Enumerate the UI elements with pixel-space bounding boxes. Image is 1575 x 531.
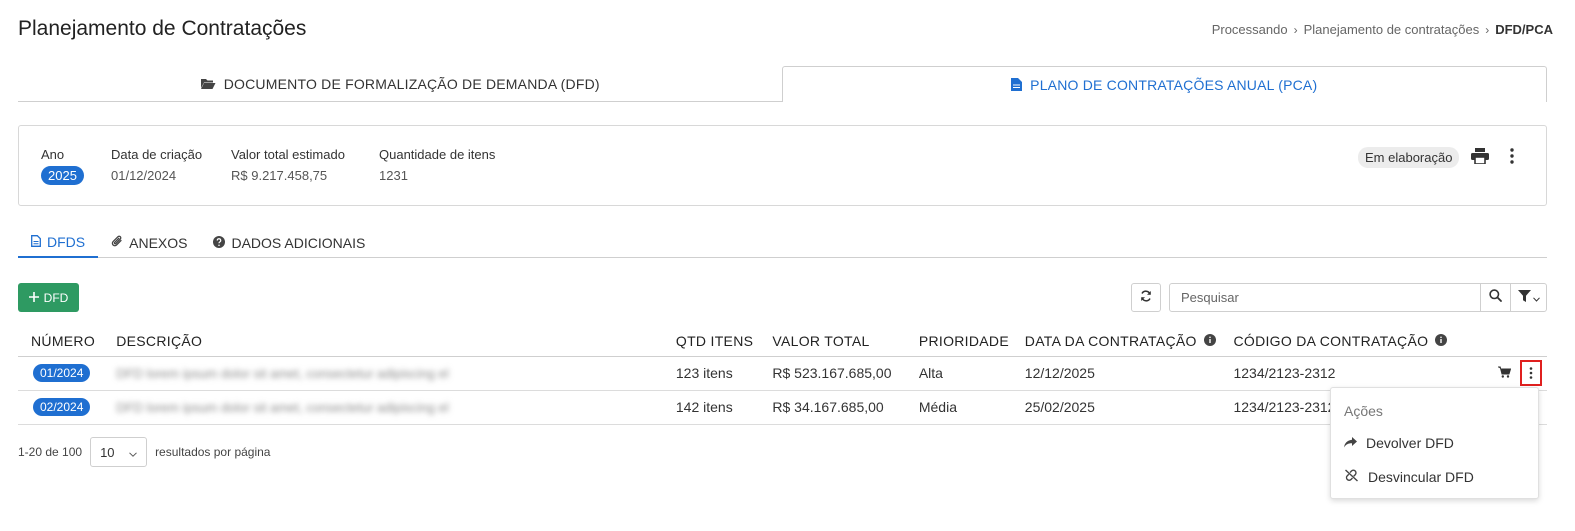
row-descricao: DFD lorem ipsum dolor sit amet, consecte… — [116, 400, 449, 415]
pager-range: 1-20 de 100 — [18, 445, 83, 459]
row-data: 25/02/2025 — [1024, 390, 1234, 425]
per-page-value: 10 — [100, 444, 115, 460]
refresh-button[interactable] — [1131, 283, 1161, 312]
unlink-icon — [1344, 469, 1359, 485]
info-icon[interactable] — [1203, 333, 1216, 349]
row-valor: R$ 34.167.685,00 — [772, 390, 919, 425]
qty-value: 1231 — [379, 168, 408, 183]
created-field: Data de criação 01/12/2024 — [111, 147, 202, 183]
more-options-icon — [1529, 367, 1533, 379]
cart-icon[interactable] — [1498, 365, 1512, 381]
col-descricao[interactable]: DESCRIÇÃO — [116, 326, 676, 357]
total-value: R$ 9.217.458,75 — [231, 168, 328, 183]
search-button[interactable] — [1480, 284, 1510, 311]
refresh-icon — [1140, 289, 1152, 307]
question-circle-icon — [213, 235, 226, 251]
year-label: Ano — [41, 147, 65, 162]
tab-anexos[interactable]: ANEXOS — [98, 228, 200, 258]
pagination: 1-20 de 100 10 resultados por página — [18, 437, 270, 467]
menu-item-desvincular-dfd[interactable]: Desvincular DFD — [1344, 469, 1474, 485]
tab-dados-label: DADOS ADICIONAIS — [231, 235, 366, 251]
col-codigo-label: CÓDIGO DA CONTRATAÇÃO — [1233, 332, 1429, 349]
share-icon — [1344, 435, 1357, 451]
tab-dfds[interactable]: DFDS — [18, 228, 99, 258]
file-icon — [1011, 78, 1023, 91]
breadcrumb-item-current: DFD/PCA — [1495, 22, 1553, 37]
row-actions — [1498, 360, 1547, 386]
search-icon — [1489, 288, 1502, 307]
row-valor: R$ 523.167.685,00 — [772, 356, 919, 391]
menu-item-label: Devolver DFD — [1366, 435, 1454, 451]
page-title: Planejamento de Contratações — [18, 17, 307, 40]
row-numero-badge[interactable]: 02/2024 — [33, 398, 91, 416]
status-badge: Em elaboração — [1358, 147, 1460, 168]
per-page-label: resultados por página — [155, 445, 271, 459]
row-prioridade: Alta — [918, 356, 1025, 391]
paperclip-icon — [111, 235, 123, 251]
filter-button[interactable] — [1510, 284, 1546, 311]
tab-dfd-label: DOCUMENTO DE FORMALIZAÇÃO DE DEMANDA (DF… — [223, 75, 600, 92]
menu-item-label: Desvincular DFD — [1368, 469, 1474, 485]
pca-summary-card: Ano 2025 Data de criação 01/12/2024 Valo… — [18, 125, 1547, 206]
breadcrumb-item-processando[interactable]: Processando — [1212, 22, 1288, 37]
qty-label: Quantidade de itens — [379, 147, 496, 162]
year-field: Ano 2025 — [41, 147, 84, 185]
tab-anexos-label: ANEXOS — [129, 235, 188, 251]
row-codigo: 1234/2123-2312 — [1233, 356, 1498, 391]
main-tabs: DOCUMENTO DE FORMALIZAÇÃO DE DEMANDA (DF… — [18, 66, 1547, 102]
col-qtd-itens[interactable]: QTD ITENS — [675, 326, 773, 357]
col-data-contratacao[interactable]: DATA DA CONTRATAÇÃO — [1024, 326, 1234, 357]
search-bar — [1169, 283, 1547, 312]
per-page-select[interactable]: 10 — [90, 437, 148, 467]
info-icon[interactable] — [1435, 333, 1448, 349]
print-icon[interactable] — [1471, 148, 1489, 169]
table-row[interactable]: 02/2024 DFD lorem ipsum dolor sit amet, … — [18, 390, 1547, 425]
row-prioridade: Média — [918, 390, 1025, 425]
col-numero[interactable]: NÚMERO — [18, 326, 117, 357]
qty-field: Quantidade de itens 1231 — [379, 147, 495, 183]
chevron-down-icon — [129, 445, 137, 460]
chevron-right-icon: › — [1485, 22, 1490, 37]
created-label: Data de criação — [111, 147, 203, 162]
menu-title: Ações — [1344, 403, 1383, 419]
table-row[interactable]: 01/2024 DFD lorem ipsum dolor sit amet, … — [18, 356, 1547, 391]
chevron-right-icon: › — [1293, 22, 1298, 37]
sub-tabs: DFDS ANEXOS DADOS ADICIONAIS — [18, 228, 1547, 258]
chevron-down-icon — [1532, 289, 1540, 307]
row-data: 12/12/2025 — [1024, 356, 1234, 391]
filter-icon — [1517, 289, 1531, 307]
tab-dfd[interactable]: DOCUMENTO DE FORMALIZAÇÃO DE DEMANDA (DF… — [18, 66, 782, 102]
document-icon — [31, 234, 41, 250]
row-more-options-button[interactable] — [1520, 360, 1542, 386]
search-input[interactable] — [1170, 284, 1480, 311]
folder-open-icon — [200, 77, 216, 90]
col-codigo-contratacao[interactable]: CÓDIGO DA CONTRATAÇÃO — [1233, 326, 1498, 357]
tab-dfds-label: DFDS — [47, 234, 86, 250]
tab-pca[interactable]: PLANO DE CONTRATAÇÕES ANUAL (PCA) — [781, 66, 1547, 102]
created-value: 01/12/2024 — [111, 168, 177, 183]
row-qtd: 123 itens — [675, 356, 773, 391]
col-data-label: DATA DA CONTRATAÇÃO — [1024, 332, 1197, 349]
menu-item-devolver-dfd[interactable]: Devolver DFD — [1344, 435, 1454, 451]
col-prioridade[interactable]: PRIORIDADE — [918, 326, 1025, 357]
dfd-table: NÚMERO DESCRIÇÃO QTD ITENS VALOR TOTAL P… — [18, 326, 1547, 425]
breadcrumb-item-planejamento[interactable]: Planejamento de contratações — [1304, 22, 1480, 37]
plus-icon — [28, 291, 39, 305]
row-actions-menu: Ações Devolver DFD Desvincular DFD — [1330, 387, 1539, 499]
row-qtd: 142 itens — [675, 390, 773, 425]
add-dfd-button[interactable]: DFD — [18, 283, 79, 312]
total-label: Valor total estimado — [231, 147, 345, 162]
year-badge: 2025 — [41, 166, 84, 185]
tab-pca-label: PLANO DE CONTRATAÇÕES ANUAL (PCA) — [1030, 76, 1318, 93]
table-header-row: NÚMERO DESCRIÇÃO QTD ITENS VALOR TOTAL P… — [18, 326, 1547, 357]
add-dfd-label: DFD — [43, 290, 69, 305]
row-numero-badge[interactable]: 01/2024 — [33, 364, 91, 382]
col-valor-total[interactable]: VALOR TOTAL — [772, 326, 919, 357]
row-descricao: DFD lorem ipsum dolor sit amet, consecte… — [116, 366, 449, 381]
tab-dados-adicionais[interactable]: DADOS ADICIONAIS — [200, 228, 378, 258]
more-options-icon[interactable] — [1509, 148, 1515, 169]
col-acoes — [1498, 326, 1547, 357]
breadcrumb: Processando › Planejamento de contrataçõ… — [1212, 22, 1553, 37]
total-field: Valor total estimado R$ 9.217.458,75 — [231, 147, 345, 183]
